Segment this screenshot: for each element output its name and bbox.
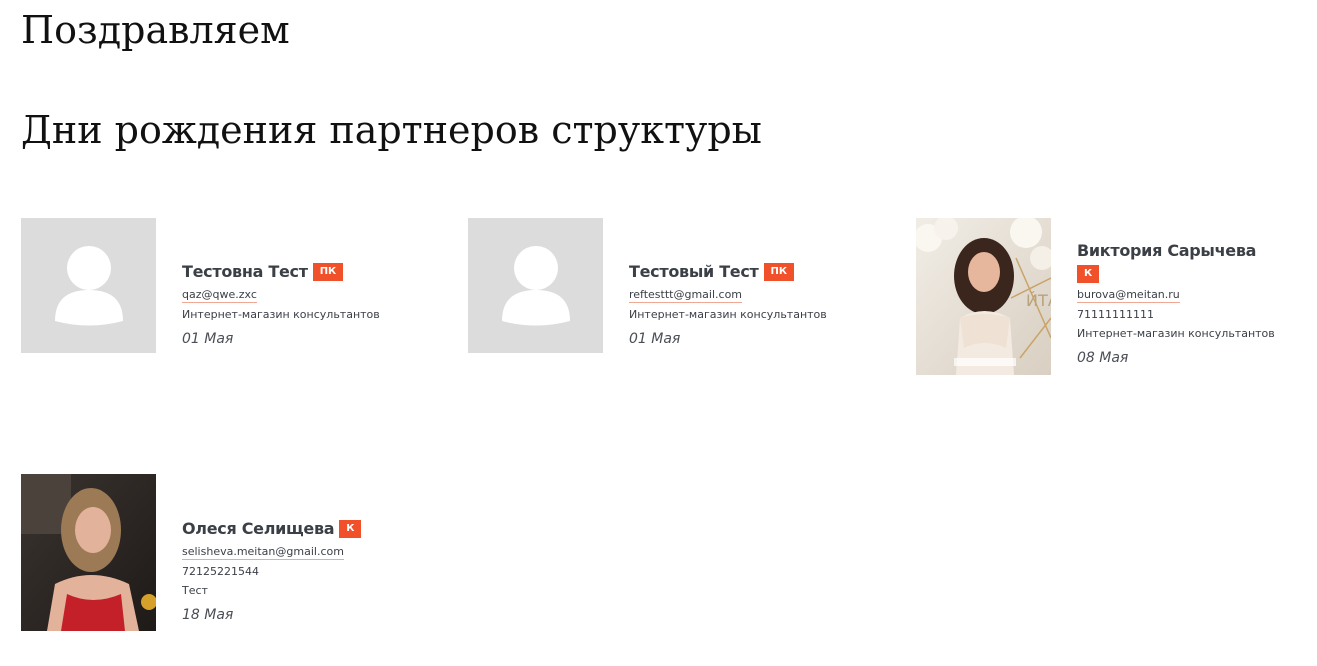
svg-text:ЙТА: ЙТА [1026,291,1051,310]
status-badge: К [339,520,362,538]
partner-name: Олеся Селищева [182,519,335,538]
birthday-date: 01 Мая [629,331,681,347]
partner-card: Олеся Селищева К selisheva.meitan@gmail.… [21,474,441,634]
partner-name: Виктория Сарычева [1077,241,1257,260]
avatar-placeholder-icon [21,218,156,353]
avatar-placeholder [21,218,156,353]
partner-card: Тестовый Тест ПК reftesttt@gmail.com Инт… [468,218,888,378]
partner-name: Тестовый Тест [629,262,759,281]
birthday-date: 18 Мая [182,607,234,623]
birthday-date: 08 Мая [1077,350,1129,366]
partner-shop: Интернет-магазин консультантов [182,308,380,321]
section-title: Дни рождения партнеров структуры [21,108,762,152]
avatar-placeholder [468,218,603,353]
page-title: Поздравляем [21,8,290,52]
partner-email-link[interactable]: reftesttt@gmail.com [629,288,743,303]
status-badge: К [1077,265,1100,283]
user-photo: ЙТА [916,218,1051,375]
partner-shop: Тест [182,584,208,597]
partner-card: Тестовна Тест ПК qaz@qwe.zxc Интернет-ма… [21,218,441,378]
user-photo [21,474,156,631]
user-photo [21,474,156,631]
status-badge: ПК [763,263,795,281]
partner-email-link[interactable]: qaz@qwe.zxc [182,288,257,303]
avatar-placeholder-icon [468,218,603,353]
partner-name: Тестовна Тест [182,262,308,281]
partner-email-link[interactable]: selisheva.meitan@gmail.com [182,545,344,560]
partner-shop: Интернет-магазин консультантов [1077,327,1275,340]
partner-shop: Интернет-магазин консультантов [629,308,827,321]
birthday-date: 01 Мая [182,331,234,347]
status-badge: ПК [312,263,344,281]
partner-phone: 71111111111 [1077,308,1154,321]
partner-phone: 72125221544 [182,565,259,578]
partner-email-link[interactable]: burova@meitan.ru [1077,288,1180,303]
user-photo: ЙТА [916,218,1051,375]
partner-card: ЙТА Виктория Сарычева К burova@meitan.ru… [916,218,1306,378]
